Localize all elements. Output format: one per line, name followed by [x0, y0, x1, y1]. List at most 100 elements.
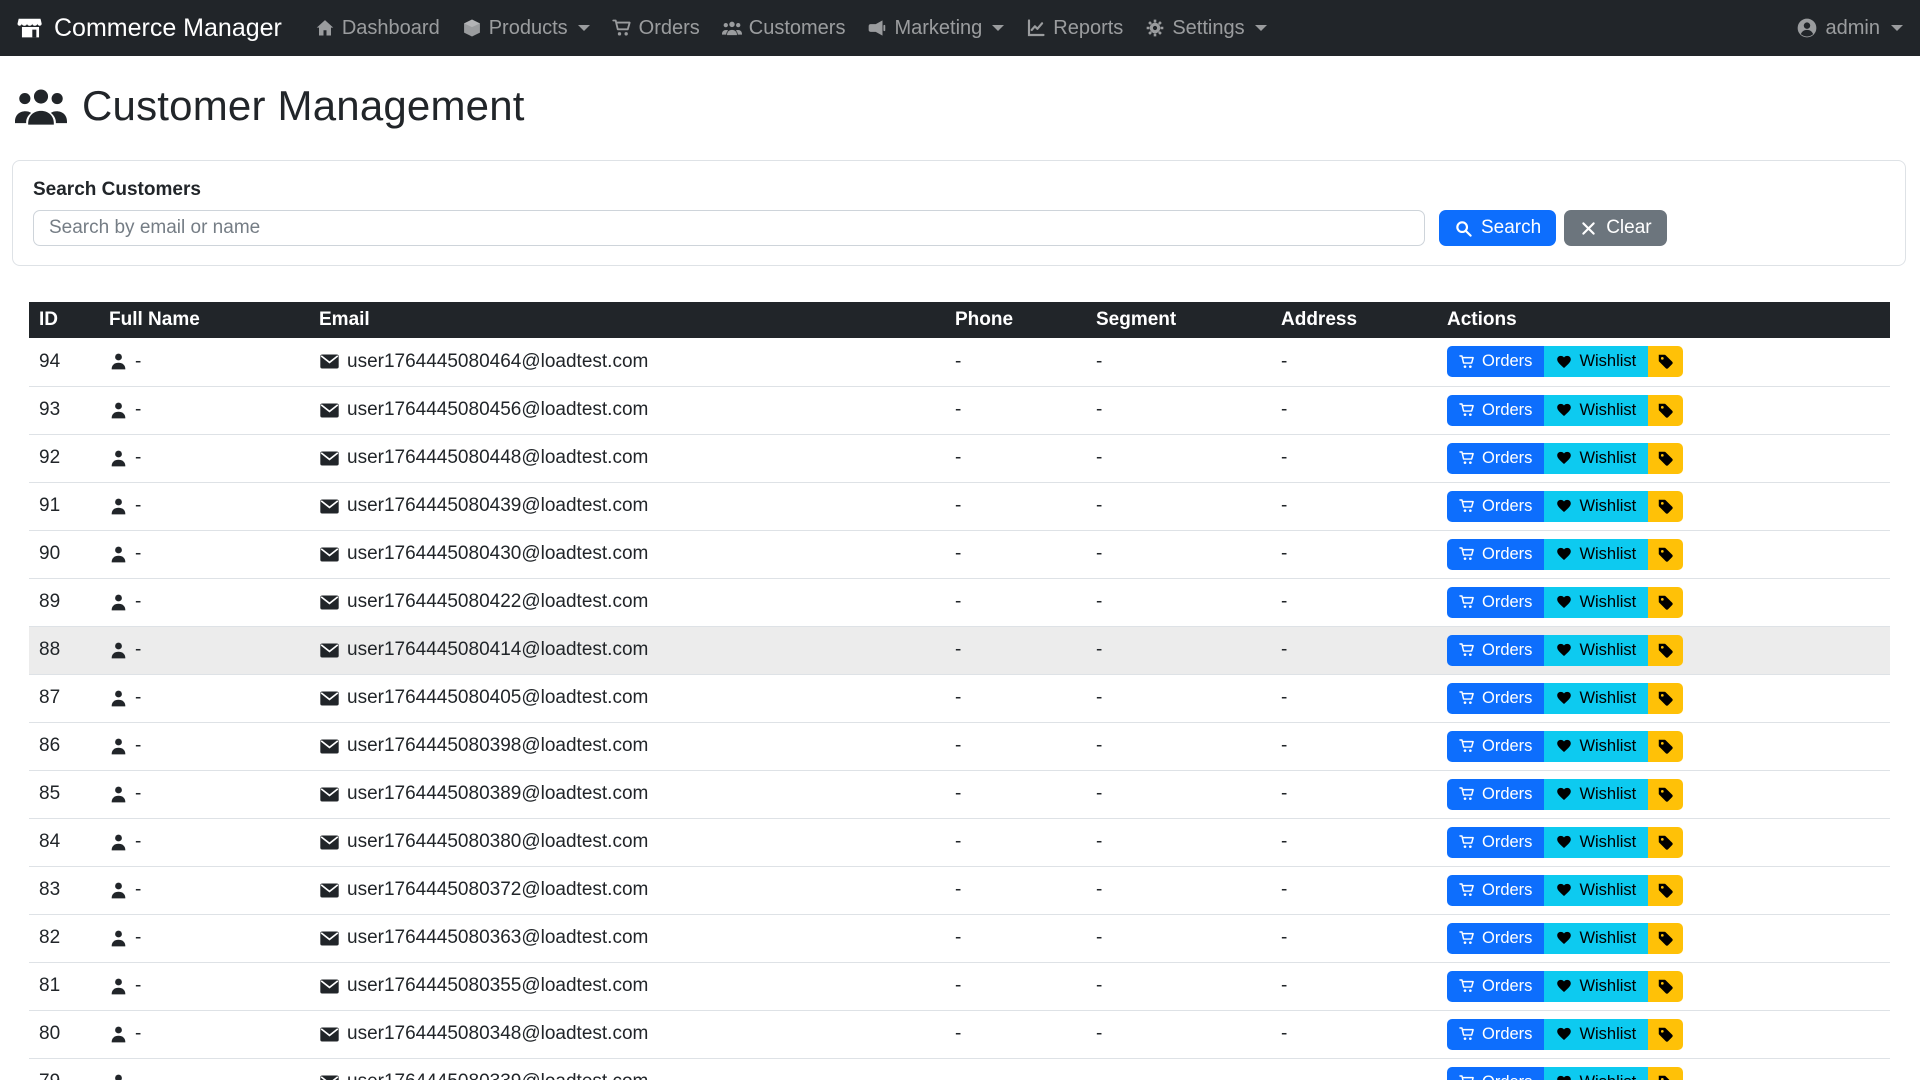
tag-button[interactable]	[1648, 971, 1683, 1002]
cell-segment: -	[1086, 578, 1271, 626]
cell-email: user1764445080363@loadtest.com	[309, 914, 945, 962]
tag-button[interactable]	[1648, 731, 1683, 762]
cell-full-name: -	[99, 1058, 309, 1080]
table-row: 79 - user1764445080339@loadtest.com - - …	[29, 1058, 1890, 1080]
user-menu[interactable]: admin	[1796, 17, 1903, 40]
cell-address: -	[1271, 1058, 1437, 1080]
cell-phone: -	[945, 770, 1086, 818]
row-actions: Orders Wishlist	[1447, 395, 1683, 426]
nav-item-settings[interactable]: Settings	[1134, 0, 1277, 56]
brand-link[interactable]: Commerce Manager	[17, 14, 282, 43]
nav-item-products[interactable]: Products	[451, 0, 601, 56]
orders-button[interactable]: Orders	[1447, 539, 1544, 570]
orders-button[interactable]: Orders	[1447, 923, 1544, 954]
orders-button[interactable]: Orders	[1447, 1067, 1544, 1080]
orders-button[interactable]: Orders	[1447, 827, 1544, 858]
search-icon	[1454, 219, 1473, 238]
tag-button[interactable]	[1648, 1019, 1683, 1050]
search-button[interactable]: Search	[1439, 210, 1556, 246]
wishlist-button[interactable]: Wishlist	[1544, 875, 1648, 906]
nav-item-orders[interactable]: Orders	[601, 0, 711, 56]
orders-button[interactable]: Orders	[1447, 443, 1544, 474]
orders-button[interactable]: Orders	[1447, 731, 1544, 762]
cell-segment: -	[1086, 914, 1271, 962]
tag-button[interactable]	[1648, 539, 1683, 570]
tag-button[interactable]	[1648, 1067, 1683, 1080]
cell-email: user1764445080348@loadtest.com	[309, 1010, 945, 1058]
cell-address: -	[1271, 914, 1437, 962]
cell-email: user1764445080389@loadtest.com	[309, 770, 945, 818]
wishlist-button[interactable]: Wishlist	[1544, 923, 1648, 954]
tag-button[interactable]	[1648, 635, 1683, 666]
tag-icon	[1657, 738, 1674, 755]
search-panel: Search Customers Search Clear	[12, 160, 1906, 266]
cell-id: 84	[29, 818, 99, 866]
cell-id: 93	[29, 386, 99, 434]
envelope-icon	[319, 976, 340, 997]
cell-address: -	[1271, 722, 1437, 770]
customer-table: IDFull NameEmailPhoneSegmentAddressActio…	[29, 302, 1890, 1080]
search-input[interactable]	[33, 210, 1425, 246]
cell-actions: Orders Wishlist	[1437, 386, 1890, 434]
wishlist-button[interactable]: Wishlist	[1544, 539, 1648, 570]
tag-button[interactable]	[1648, 491, 1683, 522]
orders-button[interactable]: Orders	[1447, 683, 1544, 714]
orders-button[interactable]: Orders	[1447, 1019, 1544, 1050]
heart-icon	[1556, 930, 1572, 946]
wishlist-button[interactable]: Wishlist	[1544, 1067, 1648, 1080]
wishlist-button[interactable]: Wishlist	[1544, 779, 1648, 810]
tag-button[interactable]	[1648, 827, 1683, 858]
gear-icon	[1145, 18, 1165, 38]
wishlist-button[interactable]: Wishlist	[1544, 635, 1648, 666]
orders-button[interactable]: Orders	[1447, 587, 1544, 618]
wishlist-button[interactable]: Wishlist	[1544, 443, 1648, 474]
cell-email: user1764445080439@loadtest.com	[309, 482, 945, 530]
orders-button[interactable]: Orders	[1447, 875, 1544, 906]
wishlist-button[interactable]: Wishlist	[1544, 395, 1648, 426]
wishlist-button[interactable]: Wishlist	[1544, 731, 1648, 762]
wishlist-button[interactable]: Wishlist	[1544, 971, 1648, 1002]
clear-button[interactable]: Clear	[1564, 210, 1666, 246]
wishlist-button[interactable]: Wishlist	[1544, 587, 1648, 618]
tag-button[interactable]	[1648, 395, 1683, 426]
nav-item-customers[interactable]: Customers	[711, 0, 857, 56]
caret-down-icon	[578, 25, 590, 31]
wishlist-button[interactable]: Wishlist	[1544, 827, 1648, 858]
cell-segment: -	[1086, 530, 1271, 578]
tag-button[interactable]	[1648, 587, 1683, 618]
tag-button[interactable]	[1648, 779, 1683, 810]
store-icon	[17, 15, 44, 42]
cell-phone: -	[945, 914, 1086, 962]
table-row: 88 - user1764445080414@loadtest.com - - …	[29, 626, 1890, 674]
orders-button[interactable]: Orders	[1447, 395, 1544, 426]
nav-item-marketing[interactable]: Marketing	[856, 0, 1015, 56]
tag-button[interactable]	[1648, 683, 1683, 714]
column-header-address: Address	[1271, 302, 1437, 338]
wishlist-button[interactable]: Wishlist	[1544, 346, 1648, 377]
cell-email: user1764445080422@loadtest.com	[309, 578, 945, 626]
heart-icon	[1556, 498, 1572, 514]
orders-button[interactable]: Orders	[1447, 346, 1544, 377]
cell-phone: -	[945, 578, 1086, 626]
orders-button[interactable]: Orders	[1447, 779, 1544, 810]
nav-item-label: Marketing	[894, 17, 982, 40]
tag-button[interactable]	[1648, 875, 1683, 906]
cell-full-name: -	[99, 338, 309, 386]
table-row: 84 - user1764445080380@loadtest.com - - …	[29, 818, 1890, 866]
orders-button[interactable]: Orders	[1447, 971, 1544, 1002]
nav-item-reports[interactable]: Reports	[1015, 0, 1134, 56]
orders-button[interactable]: Orders	[1447, 635, 1544, 666]
navbar: Commerce Manager Dashboard Products Orde…	[0, 0, 1920, 56]
wishlist-button[interactable]: Wishlist	[1544, 1019, 1648, 1050]
tag-button[interactable]	[1648, 443, 1683, 474]
envelope-icon	[319, 351, 340, 372]
table-row: 90 - user1764445080430@loadtest.com - - …	[29, 530, 1890, 578]
orders-button[interactable]: Orders	[1447, 491, 1544, 522]
wishlist-button[interactable]: Wishlist	[1544, 683, 1648, 714]
tag-button[interactable]	[1648, 923, 1683, 954]
nav-item-dashboard[interactable]: Dashboard	[304, 0, 451, 56]
tag-button[interactable]	[1648, 346, 1683, 377]
wishlist-button[interactable]: Wishlist	[1544, 491, 1648, 522]
cart-icon	[612, 18, 632, 38]
megaphone-icon	[867, 18, 887, 38]
